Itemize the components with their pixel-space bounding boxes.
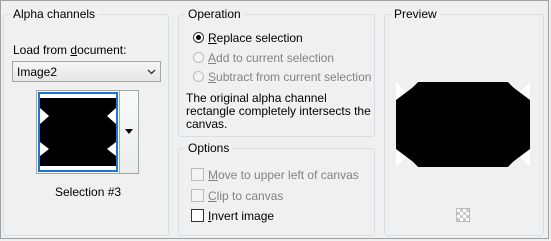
invert-image-label[interactable]: Invert image (208, 209, 274, 223)
clip-to-canvas-checkbox[interactable] (191, 189, 204, 202)
replace-selection-label[interactable]: Replace selection (208, 31, 303, 45)
load-from-document-label: Load from document: (13, 43, 127, 57)
alpha-channels-title: Alpha channels (10, 7, 99, 21)
chevron-down-icon (147, 69, 156, 75)
operation-info-line-2: rectangle completely intersects the (186, 104, 371, 118)
operation-info-line-1: The original alpha channel (186, 91, 327, 105)
move-to-upper-left-label[interactable]: Move to upper left of canvas (208, 168, 359, 182)
selected-thumbnail-frame (38, 92, 118, 172)
invert-image-checkbox[interactable] (191, 209, 204, 222)
operation-title: Operation (185, 7, 244, 21)
document-select[interactable]: Image2 (12, 61, 161, 82)
alpha-shape-thumbnail (40, 98, 116, 166)
alpha-channel-thumbnail[interactable] (36, 90, 120, 174)
selection-label: Selection #3 (55, 185, 122, 199)
dropdown-arrow-icon (125, 129, 133, 134)
add-to-selection-radio[interactable] (193, 52, 204, 63)
transparency-checker-icon[interactable] (456, 208, 470, 222)
move-to-upper-left-checkbox[interactable] (191, 168, 204, 181)
replace-selection-radio[interactable] (193, 32, 204, 43)
subtract-from-selection-label[interactable]: Subtract from current selection (208, 70, 371, 84)
operation-info-line-3: canvas. (186, 117, 228, 131)
clip-to-canvas-label[interactable]: Clip to canvas (208, 189, 283, 203)
subtract-from-selection-radio[interactable] (193, 71, 204, 82)
thumbnail-dropdown-button[interactable] (120, 90, 139, 174)
options-title: Options (185, 141, 233, 155)
document-select-value: Image2 (17, 65, 58, 79)
preview-image (396, 82, 530, 167)
radio-selected-dot (196, 35, 201, 40)
preview-title: Preview (391, 7, 440, 21)
add-to-selection-label[interactable]: Add to current selection (208, 51, 334, 65)
